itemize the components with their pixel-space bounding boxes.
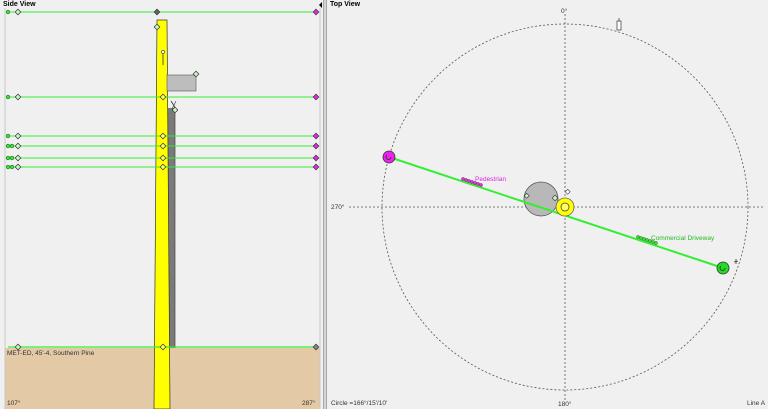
anchor-left[interactable] <box>382 150 396 164</box>
left-bearing-label: 107° <box>7 400 21 407</box>
top-view-panel[interactable]: Top View Pedestrian Commercial Driveway … <box>327 0 768 409</box>
compass-north: 0° <box>561 7 568 15</box>
span-line[interactable] <box>388 156 724 269</box>
right-hardware-markers[interactable] <box>312 8 320 351</box>
side-view-panel[interactable]: Side View MET-ED, 45'-4, Southern Pine 1… <box>0 0 323 409</box>
right-bearing-label: 287° <box>302 400 316 407</box>
circle-readout: Circle =166°/15'/10' <box>331 400 388 407</box>
side-view-canvas[interactable] <box>0 0 323 409</box>
pole-design-app: Side View MET-ED, 45'-4, Southern Pine 1… <box>0 0 768 409</box>
top-view-canvas[interactable]: Pedestrian Commercial Driveway 0° 270° 1… <box>327 0 768 409</box>
left-hardware-markers[interactable] <box>14 8 22 351</box>
scroll-right-icon[interactable] <box>319 2 322 8</box>
crossarm-box[interactable] <box>166 74 197 92</box>
driveway-label: Commercial Driveway <box>651 235 715 242</box>
compass-west: 270° <box>331 203 345 211</box>
pedestrian-label: Pedestrian <box>475 176 506 183</box>
pole-description: MET-ED, 45'-4, Southern Pine <box>7 350 95 357</box>
left-wire-ends[interactable] <box>5 9 15 170</box>
anchor-right[interactable] <box>716 259 739 275</box>
transformer-icon[interactable] <box>616 18 622 31</box>
compass-south: 180° <box>558 400 572 408</box>
line-readout: Line A <box>747 400 766 407</box>
